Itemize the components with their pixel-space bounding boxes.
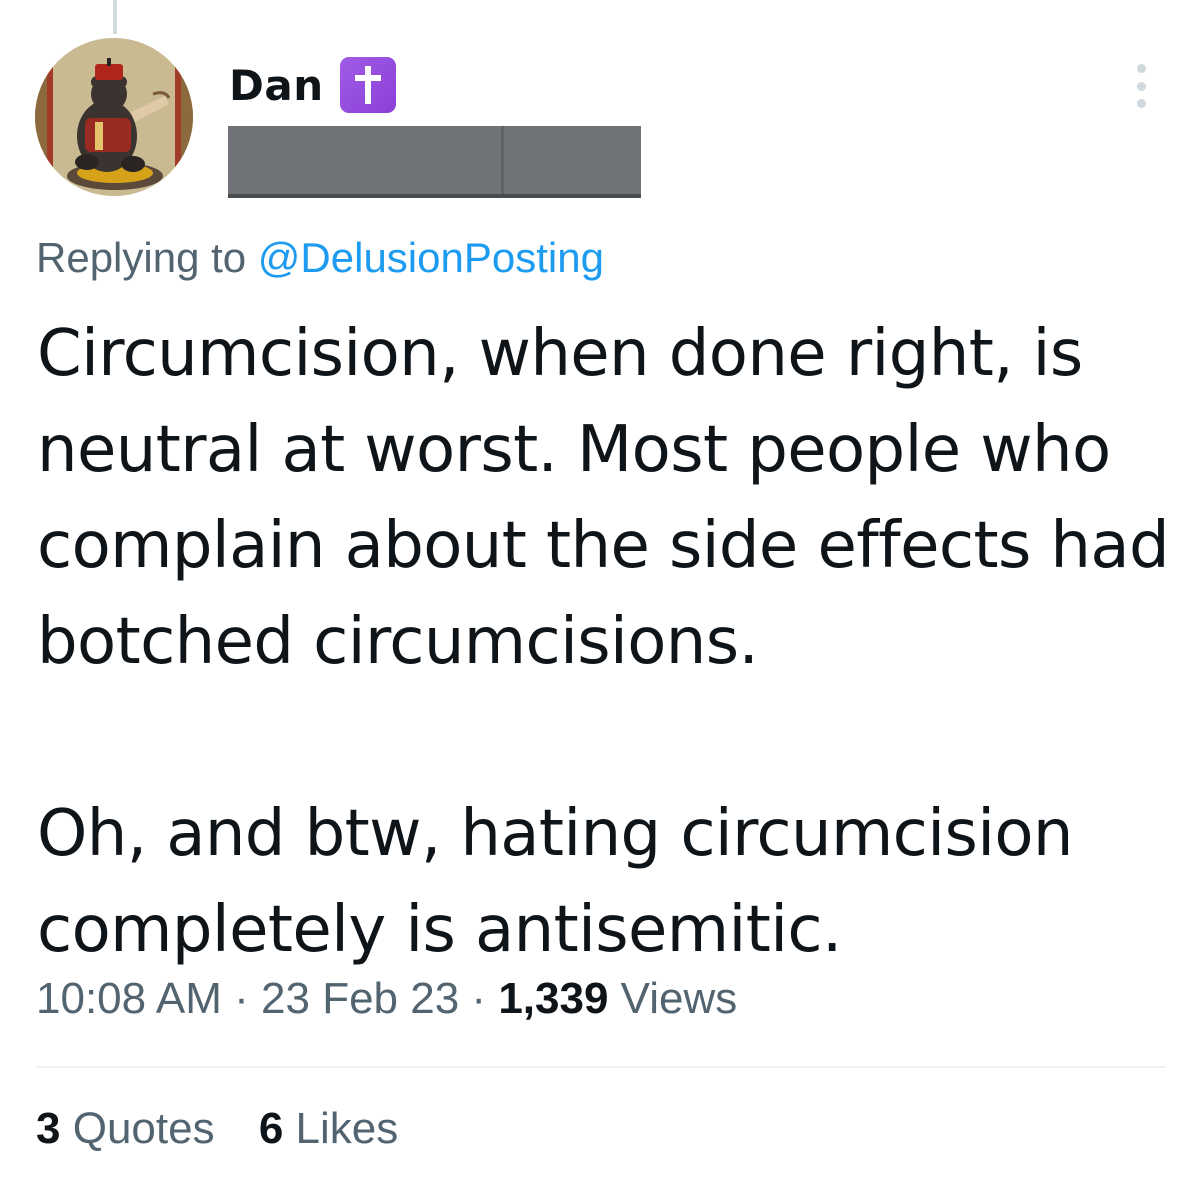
author-handle-redacted — [228, 126, 641, 198]
tweet-paragraph: Oh, and btw, hating circumcision complet… — [37, 797, 1074, 967]
tweet-stats: 3 Quotes 6 Likes — [36, 1104, 430, 1154]
reply-handle-link[interactable]: @DelusionPosting — [258, 234, 604, 281]
likes-stat[interactable]: 6 Likes — [259, 1104, 398, 1153]
thread-connector-line — [113, 0, 117, 34]
likes-label: Likes — [295, 1104, 399, 1153]
likes-count: 6 — [258, 1104, 284, 1153]
redaction-seam — [501, 126, 504, 194]
views-count: 1,339 — [498, 974, 609, 1023]
latin-cross-icon — [339, 57, 396, 113]
tweet-date[interactable]: 23 Feb 23 — [261, 974, 459, 1023]
author-name-row[interactable]: Dan — [229, 56, 396, 114]
meta-separator: · — [471, 974, 487, 1023]
more-dot — [1136, 99, 1146, 108]
more-dot — [1136, 64, 1146, 73]
author-display-name[interactable]: Dan — [229, 61, 324, 110]
replying-to-prefix: Replying to — [36, 234, 247, 281]
avatar[interactable] — [35, 38, 193, 196]
more-options-icon[interactable] — [1126, 64, 1156, 108]
replying-to-line: Replying to @DelusionPosting — [36, 234, 604, 282]
quotes-stat[interactable]: 3 Quotes — [36, 1104, 227, 1153]
divider — [36, 1066, 1166, 1068]
tweet-meta-line: 10:08 AM · 23 Feb 23 · 1,339 Views — [36, 974, 737, 1024]
tweet-text: Circumcision, when done right, is neutra… — [37, 306, 1177, 978]
tweet-time[interactable]: 10:08 AM — [36, 974, 222, 1023]
avatar-bear-illustration — [35, 38, 193, 196]
meta-separator: · — [234, 974, 249, 1023]
more-dot — [1136, 81, 1146, 91]
quotes-label: Quotes — [72, 1104, 215, 1153]
quotes-count: 3 — [36, 1104, 61, 1153]
tweet-paragraph: Circumcision, when done right, is neutra… — [37, 317, 1170, 679]
views-label: Views — [620, 974, 738, 1023]
